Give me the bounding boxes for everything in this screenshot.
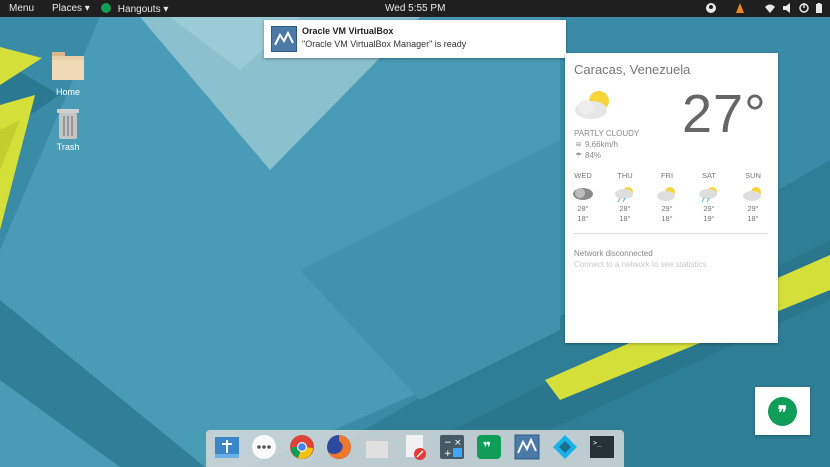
app-store-icon[interactable] — [214, 434, 240, 460]
battery-icon[interactable] — [814, 3, 824, 13]
dock: − × + ❞ >_ — [206, 430, 624, 467]
notification-body: "Oracle VM VirtualBox Manager" is ready — [302, 39, 467, 49]
hangouts-bubble[interactable]: ❞ — [755, 387, 810, 435]
chevron-down-icon: ▾ — [163, 4, 169, 15]
svg-text:−: − — [444, 438, 452, 448]
hangouts-icon[interactable]: ❞ — [476, 434, 502, 460]
terminal-icon[interactable]: >_ — [589, 434, 615, 460]
divider — [574, 233, 768, 234]
vlc-icon[interactable] — [735, 3, 745, 13]
hangouts-small-icon — [101, 3, 111, 13]
forecast-day-name: FRI — [660, 171, 674, 180]
desktop-item-trash[interactable]: Trash — [38, 106, 98, 152]
top-panel: Menu Places ▾ Hangouts ▾ Wed 5:55 PM — [0, 0, 830, 17]
weather-condition: PARTLY CLOUDY — [574, 129, 640, 138]
app-menu-label: Hangouts — [117, 4, 161, 15]
partly-cloudy-icon — [575, 91, 609, 119]
forecast-day: THU 28° 18° — [607, 171, 643, 224]
partly-cloudy-icon — [743, 187, 761, 201]
svg-text:>_: >_ — [593, 439, 602, 447]
forecast-high: 29° — [661, 204, 673, 213]
forecast-day: SAT 29° 19° — [691, 171, 727, 224]
forecast-high: 29° — [703, 204, 715, 213]
rain-sun-icon — [699, 187, 717, 203]
weather-temperature: 27° — [682, 84, 767, 144]
svg-text:❞: ❞ — [483, 440, 491, 456]
forecast-day-name: THU — [617, 171, 633, 180]
calculator-icon[interactable]: − × + — [439, 434, 465, 460]
virtualbox-icon — [271, 26, 297, 52]
weather-wind: 9.66km/h — [585, 140, 618, 149]
notification-title: Oracle VM VirtualBox — [302, 26, 394, 36]
forecast-day: FRI 29° 18° — [649, 171, 685, 224]
forecast-low: 18° — [747, 214, 759, 223]
places-button[interactable]: Places ▾ — [52, 3, 90, 14]
notification[interactable]: Oracle VM VirtualBox "Oracle VM VirtualB… — [264, 20, 566, 58]
desktop-item-home[interactable]: Home — [38, 48, 98, 97]
umbrella-icon: ☂ — [575, 151, 583, 160]
app-launcher-icon[interactable] — [251, 434, 277, 460]
places-label: Places — [52, 3, 83, 14]
kodi-icon[interactable] — [552, 434, 578, 460]
network-hint: Connect to a network to see statistics — [574, 260, 707, 269]
user-icon[interactable] — [706, 3, 716, 13]
forecast-low: 18° — [577, 214, 589, 223]
forecast-high: 28° — [619, 204, 631, 213]
power-icon[interactable] — [799, 3, 809, 13]
wind-icon: ≋ — [575, 140, 582, 149]
wifi-icon[interactable] — [765, 3, 775, 13]
app-menu-button[interactable]: Hangouts ▾ — [101, 3, 168, 15]
svg-text:+: + — [444, 449, 452, 459]
partly-cloudy-icon — [657, 187, 675, 201]
forecast-high: 28° — [577, 204, 589, 213]
forecast-day: WED 28° 18° — [565, 171, 601, 224]
forecast-day-name: SAT — [701, 171, 717, 180]
forecast-day-name: WED — [574, 171, 592, 180]
volume-icon[interactable] — [783, 3, 793, 13]
desktop-item-label: Home — [55, 87, 80, 97]
chrome-icon[interactable] — [289, 434, 315, 460]
forecast-low: 19° — [703, 214, 715, 223]
trash-icon — [57, 109, 79, 139]
rain-sun-icon — [615, 187, 633, 203]
weather-city: Caracas, Venezuela — [574, 62, 691, 77]
files-icon[interactable] — [364, 434, 390, 460]
desktop-item-label: Trash — [56, 142, 80, 152]
menu-button[interactable]: Menu — [9, 3, 34, 14]
forecast-high: 29° — [747, 204, 759, 213]
firefox-icon[interactable] — [326, 434, 352, 460]
forecast-low: 18° — [661, 214, 673, 223]
forecast-low: 18° — [619, 214, 631, 223]
network-status: Network disconnected — [574, 249, 653, 258]
weather-widget[interactable]: Caracas, Venezuela 27° PARTLY CLOUDY ≋ 9… — [565, 53, 778, 343]
hangouts-icon: ❞ — [768, 397, 797, 426]
forecast-day: SUN 29° 18° — [735, 171, 771, 224]
weather-humidity: 84% — [585, 151, 602, 160]
clock[interactable]: Wed 5:55 PM — [385, 3, 445, 14]
svg-text:×: × — [454, 438, 462, 448]
rain-cloud-icon — [573, 188, 593, 200]
forecast-day-name: SUN — [745, 171, 761, 180]
text-editor-icon[interactable] — [402, 434, 428, 460]
virtualbox-icon[interactable] — [514, 434, 540, 460]
chevron-down-icon: ▾ — [84, 3, 90, 14]
folder-icon — [52, 52, 84, 80]
